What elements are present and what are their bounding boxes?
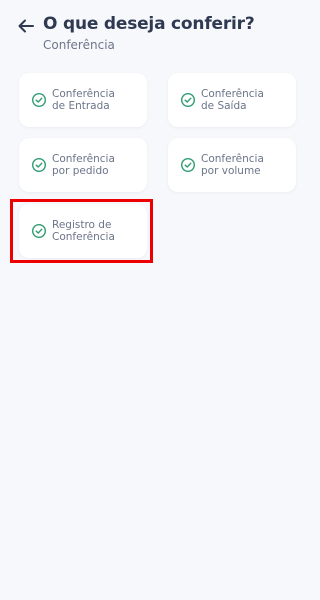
check-circle-icon <box>31 223 47 239</box>
option-card-conferencia-volume[interactable]: Conferência por volume <box>168 138 296 192</box>
option-card-conferencia-saida[interactable]: Conferência de Saída <box>168 73 296 127</box>
option-label-line2: por volume <box>201 165 261 177</box>
option-label: Conferência por pedido <box>52 153 115 177</box>
option-label-line1: Conferência <box>201 153 264 165</box>
option-card-registro-conferencia[interactable]: Registro de Conferência <box>19 204 147 258</box>
option-label-line2: de Saída <box>201 100 247 112</box>
option-label-line1: Conferência <box>201 88 264 100</box>
option-label-line2: por pedido <box>52 165 109 177</box>
option-card-conferencia-pedido[interactable]: Conferência por pedido <box>19 138 147 192</box>
option-label: Registro de Conferência <box>52 219 115 243</box>
back-arrow-icon[interactable] <box>16 16 36 36</box>
option-label: Conferência de Entrada <box>52 88 115 112</box>
page-subtitle: Conferência <box>43 38 115 52</box>
option-label-line2: Conferência <box>52 231 115 243</box>
check-circle-icon <box>180 92 196 108</box>
check-circle-icon <box>31 92 47 108</box>
screen: O que deseja conferir? Conferência Confe… <box>0 0 310 600</box>
option-label-line1: Registro de <box>52 219 112 231</box>
option-label-line1: Conferência <box>52 88 115 100</box>
option-label-line1: Conferência <box>52 153 115 165</box>
page-title: O que deseja conferir? <box>43 14 255 34</box>
option-card-conferencia-entrada[interactable]: Conferência de Entrada <box>19 73 147 127</box>
option-label-line2: de Entrada <box>52 100 110 112</box>
check-circle-icon <box>180 157 196 173</box>
option-label: Conferência por volume <box>201 153 264 177</box>
check-circle-icon <box>31 157 47 173</box>
option-label: Conferência de Saída <box>201 88 264 112</box>
